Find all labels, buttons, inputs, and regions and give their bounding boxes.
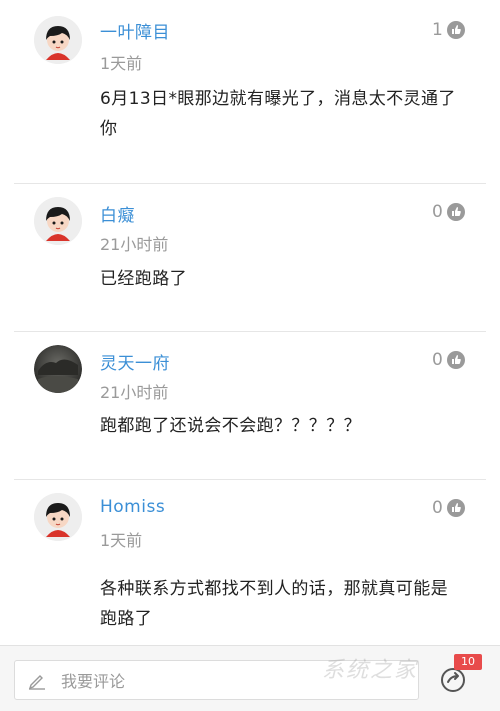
comment-bar: 我要评论 10 [0, 645, 500, 711]
like-count: 0 [432, 498, 443, 518]
user-avatar[interactable] [34, 16, 82, 64]
like-button[interactable]: 0 [432, 350, 465, 370]
comment-placeholder: 我要评论 [61, 672, 126, 691]
comment-time: 1天前 [100, 531, 143, 550]
like-button[interactable]: 1 [432, 20, 465, 40]
comment-content: 跑都跑了还说会不会跑？？？？？ [100, 416, 361, 436]
comment-time: 1天前 [100, 54, 143, 73]
thumbs-up-icon [446, 499, 465, 517]
thumbs-up-icon [446, 21, 465, 39]
comment-time: 21小时前 [100, 383, 169, 402]
user-avatar[interactable] [34, 345, 82, 393]
comment-time: 21小时前 [100, 235, 169, 254]
comment-content: 已经跑路了 [100, 269, 187, 289]
cartoon-girl-avatar-icon [34, 493, 82, 541]
user-avatar[interactable] [34, 493, 82, 541]
dark-scenery-avatar-icon [34, 345, 82, 393]
comment-username[interactable]: 灵天一府 [100, 349, 170, 374]
comment-username[interactable]: Homiss [100, 497, 165, 517]
watermark-logo: 系统之家 [322, 658, 419, 683]
like-button[interactable]: 0 [432, 202, 465, 222]
divider [14, 331, 486, 332]
pencil-icon [28, 675, 45, 690]
thumbs-up-icon [446, 203, 465, 221]
comment-count-badge: 10 [454, 654, 482, 670]
like-count: 0 [432, 202, 443, 222]
comment-username[interactable]: 白癡 [100, 201, 135, 226]
comment-content: 6月13日*眼那边就有曝光了，消息太不灵通了你 [100, 89, 456, 139]
user-avatar[interactable] [34, 197, 82, 245]
comment-username[interactable]: 一叶障目 [100, 18, 170, 43]
cartoon-girl-avatar-icon [34, 16, 82, 64]
share-icon[interactable] [439, 666, 467, 694]
like-button[interactable]: 0 [432, 498, 465, 518]
like-count: 1 [432, 20, 443, 40]
cartoon-girl-avatar-icon [34, 197, 82, 245]
comment-content: 各种联系方式都找不到人的话，那就真可能是跑路了 [100, 579, 448, 629]
divider [14, 183, 486, 184]
divider [14, 479, 486, 480]
like-count: 0 [432, 350, 443, 370]
thumbs-up-icon [446, 351, 465, 369]
